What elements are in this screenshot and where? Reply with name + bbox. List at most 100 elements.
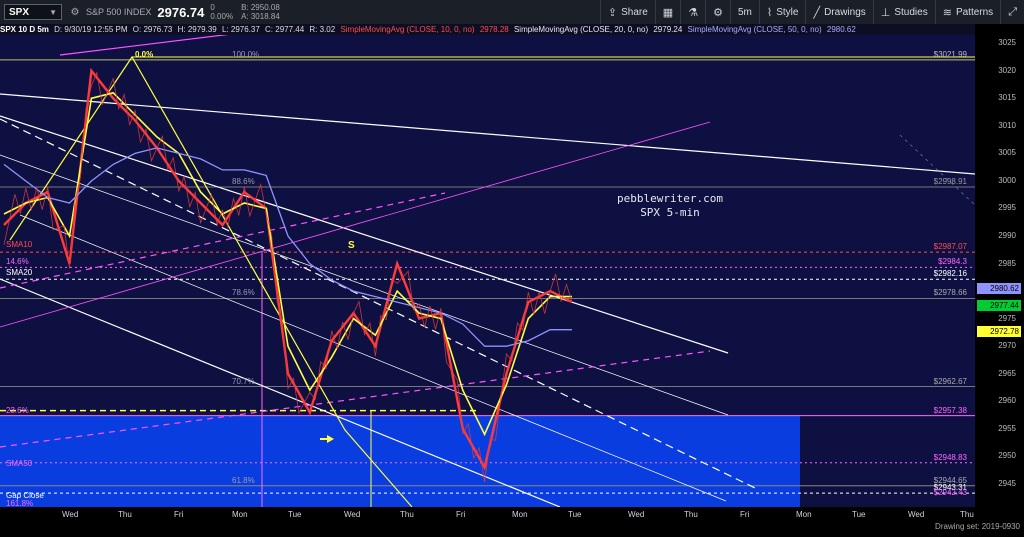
change-pct: 0.00% [210,12,234,21]
price-tick-label: 2965 [998,368,1016,378]
grid-button[interactable]: ▦ [654,0,680,24]
sma10-value: 2978.28 [479,25,509,34]
annotation-label: S [348,239,355,251]
time-axis[interactable]: Wed Thu Fri Mon Tue Wed Thu Fri Mon Tue Wed Thu Fri M… [0,507,1024,537]
study-info-bar: SPX 10 D 5m D: 9/30/19 12:55 PM O: 2976.… [0,24,975,35]
price-tick-label: 3010 [998,120,1016,130]
level-label: $2942.43 [933,488,967,498]
chevron-down-icon: ▼ [49,7,57,17]
info-datetime: D: 9/30/19 12:55 PM [54,25,128,34]
studies-label: Studies [894,6,928,18]
price-tick-label: 2990 [998,231,1016,241]
time-tick-label: Wed [62,510,79,519]
fib-1616-tag: 161.8% [6,499,34,507]
time-tick-label: Thu [684,510,698,519]
last-price: 2976.74 [157,4,205,20]
time-tick-label: Tue [568,510,582,519]
time-tick-label: Wed [344,510,361,519]
fib-label: 70.7% [232,376,255,386]
expand-icon: ⤢ [1008,5,1017,18]
price-tick-label: 2995 [998,203,1016,213]
sma20-value: 2979.24 [653,25,683,34]
time-tick-label: Wed [628,510,645,519]
sma10-tag: SMA10 [6,240,33,249]
drawings-button[interactable]: ╱ Drawings [805,0,872,24]
share-button[interactable]: ⇪ Share [599,0,655,24]
top-toolbar: SPX ▼ ⚙ S&P 500 INDEX 2976.74 0 0.00% B:… [0,0,1024,25]
price-tick-label: 3005 [998,148,1016,158]
timeframe-label: 5m [737,6,752,18]
settings-button[interactable]: ⚙ [705,0,730,24]
price-tag: 2980.62 [977,282,1021,294]
chart-svg [0,35,975,507]
price-tick-label: 2975 [998,313,1016,323]
index-name: S&P 500 INDEX [86,7,152,17]
price-tag: 2977.44 [977,300,1021,312]
gear-icon: ⚙ [713,6,723,19]
trend-line [0,192,446,289]
expand-button[interactable]: ⤢ [1000,0,1024,24]
time-tick-label: Wed [908,510,925,519]
time-tick-label: Tue [852,510,866,519]
time-tick-label: Fri [456,510,466,519]
time-tick-label: Mon [232,510,248,519]
gear-icon[interactable]: ⚙ [68,7,82,18]
price-tick-label: 2955 [998,423,1016,433]
time-tick-label: Tue [288,510,302,519]
price-tick-label: 3025 [998,38,1016,48]
bid-value: B: 2950.08 [241,3,280,12]
watermark: pebblewriter.com SPX 5-min [600,192,740,220]
price-axis[interactable]: 2945295029552960296529702975298029852990… [975,24,1024,507]
time-tick-label: Thu [118,510,132,519]
time-tick-label: Thu [400,510,414,519]
sma20-legend[interactable]: SimpleMovingAvg (CLOSE, 20, 0, no) [514,25,648,34]
symbol-text: SPX [9,6,30,18]
fib-label: 0.0% [135,49,154,59]
series-line-sma50 [3,147,572,347]
level-label: $2982.16 [933,269,967,279]
info-high: H: 2979.39 [177,25,217,34]
info-close: C: 2977.44 [265,25,305,34]
price-tick-label: 3015 [998,93,1016,103]
trend-line [899,134,975,206]
studies-button[interactable]: ⊥ Studies [872,0,935,24]
trend-line [0,121,711,328]
style-button[interactable]: ⌇ Style [758,0,806,24]
sma20-tag: SMA20 [6,268,33,277]
fib-label: 14.6% [6,257,29,267]
price-tick-label: 3020 [998,65,1016,75]
patterns-button[interactable]: ≋ Patterns [934,0,1000,24]
info-low: L: 2976.37 [221,25,260,34]
symbol-selector[interactable]: SPX ▼ [4,4,62,20]
price-tick-label: 3000 [998,175,1016,185]
info-range: R: 3.02 [309,25,336,34]
sma50-legend[interactable]: SimpleMovingAvg (CLOSE, 50, 0, no) [688,25,822,34]
patterns-icon: ≋ [942,6,952,19]
fib-label: 88.6% [232,176,255,186]
grid-icon: ▦ [662,6,674,19]
style-icon: ⌇ [766,6,773,19]
watermark-line1: pebblewriter.com [617,192,723,205]
studies-icon: ⊥ [880,6,891,19]
share-label: Share [621,6,648,18]
level-label: $2962.67 [933,376,967,386]
trend-line [0,115,729,354]
flask-icon: ⚗ [688,6,699,19]
patterns-label: Patterns [955,6,994,18]
price-tag: 2972.78 [977,325,1021,337]
series-line-sma20 [3,91,572,437]
sma50-value: 2980.62 [826,25,856,34]
chart-plot-area[interactable]: pebblewriter.com SPX 5-min 0.0% 100.0% 88.… [0,35,975,507]
level-label: $2948.83 [933,452,967,462]
price-tick-label: 2950 [998,451,1016,461]
fib-label: 23.6% [6,405,29,415]
price-tick-label: 2960 [998,396,1016,406]
flask-button[interactable]: ⚗ [680,0,705,24]
sma10-legend[interactable]: SimpleMovingAvg (CLOSE, 10, 0, no) [340,25,474,34]
time-tick-label: Mon [796,510,812,519]
watermark-line2: SPX 5-min [640,206,700,219]
level-label: $2984.3 [938,257,967,267]
toolbar-buttons: ⇪ Share ▦ ⚗ ⚙ 5m ⌇ Style ╱ Drawings ⊥ Studie… [599,0,1024,24]
drawing-set-label: Drawing set: 2019-0930 [935,522,1020,531]
timeframe-button[interactable]: 5m [729,0,759,24]
